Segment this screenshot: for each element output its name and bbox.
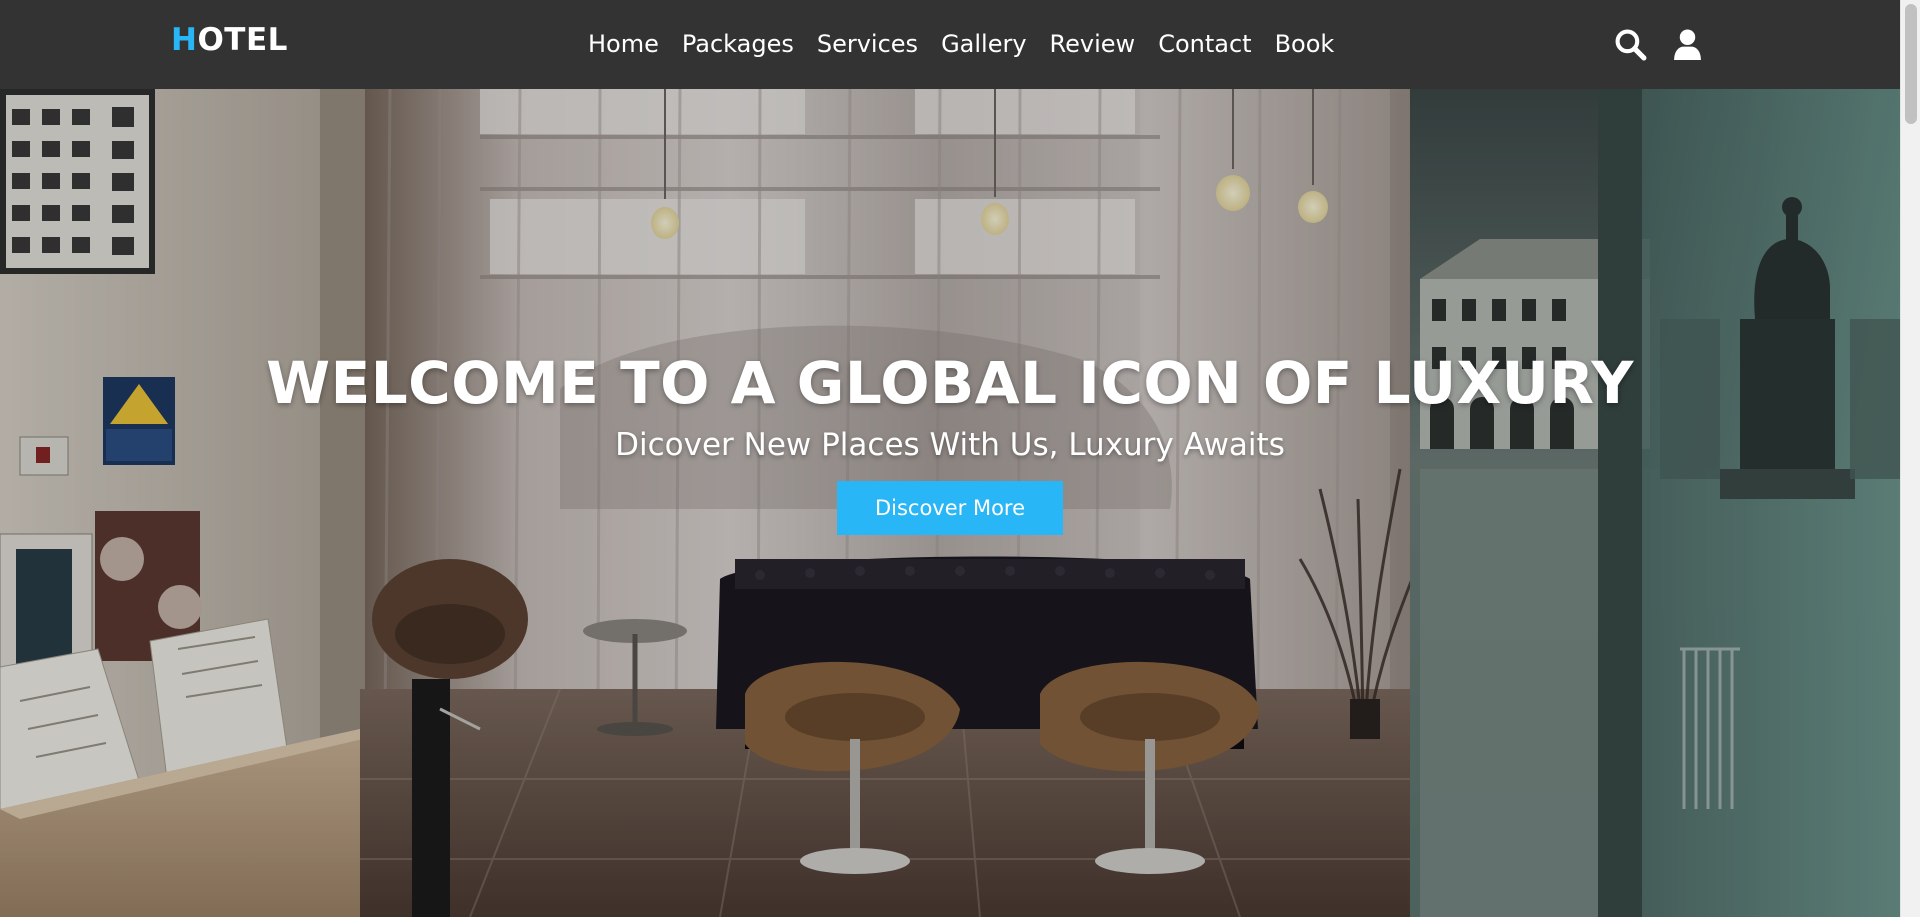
logo-text: OTEL — [197, 22, 288, 58]
user-icon[interactable] — [1671, 28, 1704, 61]
hero-content: WELCOME TO A GLOBAL ICON OF LUXURY Dicov… — [0, 349, 1900, 535]
logo[interactable]: HOTEL — [171, 22, 288, 58]
nav-link-review[interactable]: Review — [1050, 24, 1136, 64]
nav-link-services[interactable]: Services — [817, 24, 918, 64]
nav-link-gallery[interactable]: Gallery — [941, 24, 1026, 64]
header-icons — [1614, 24, 1704, 64]
hero-section: WELCOME TO A GLOBAL ICON OF LUXURY Dicov… — [0, 89, 1900, 917]
logo-accent-letter: H — [171, 22, 198, 58]
nav-link-packages[interactable]: Packages — [682, 24, 794, 64]
scrollbar-thumb[interactable] — [1905, 4, 1917, 124]
main-nav: Home Packages Services Gallery Review Co… — [588, 24, 1334, 64]
nav-link-contact[interactable]: Contact — [1158, 24, 1251, 64]
site-header: HOTEL Home Packages Services Gallery Rev… — [0, 0, 1900, 89]
hero-title: WELCOME TO A GLOBAL ICON OF LUXURY — [266, 349, 1634, 417]
search-icon[interactable] — [1614, 28, 1647, 61]
nav-link-book[interactable]: Book — [1275, 24, 1335, 64]
nav-link-home[interactable]: Home — [588, 24, 659, 64]
hero-subtitle: Dicover New Places With Us, Luxury Await… — [615, 426, 1285, 463]
discover-more-button[interactable]: Discover More — [836, 480, 1064, 535]
page-scrollbar[interactable] — [1900, 0, 1920, 917]
